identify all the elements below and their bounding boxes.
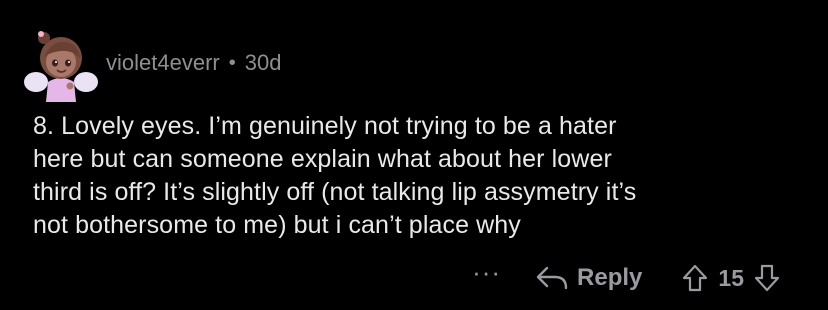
comment-body-line: third is off? It’s slightly off (not tal… [33,178,637,206]
reply-button[interactable]: Reply [535,263,642,293]
reply-arrow-icon [536,266,568,290]
upvote-arrow-icon[interactable] [680,263,710,293]
comment-actions: ··· Reply 15 [472,258,782,298]
reply-label: Reply [577,264,643,291]
comment-card: violet4everr • 30d 8. Lovely eyes. I’m g… [0,0,828,310]
downvote-arrow-icon[interactable] [752,263,782,293]
meta-separator: • [228,51,236,74]
comment-header: violet4everr • 30d [22,18,281,108]
comment-body: 8. Lovely eyes. I’m genuinely not trying… [33,110,803,242]
username-link[interactable]: violet4everr [106,50,220,76]
comment-body-line: not bothersome to me) but i can’t place … [33,211,521,239]
vote-control: 15 [680,263,782,293]
comment-body-line: here but can someone explain what about … [33,145,612,173]
vote-count: 15 [718,264,744,291]
avatar-icon[interactable] [22,24,100,102]
comment-body-line: 8. Lovely eyes. I’m genuinely not trying… [33,112,617,140]
comment-meta: violet4everr • 30d [106,50,281,76]
more-options-button[interactable]: ··· [472,259,501,285]
comment-age: 30d [244,50,282,75]
